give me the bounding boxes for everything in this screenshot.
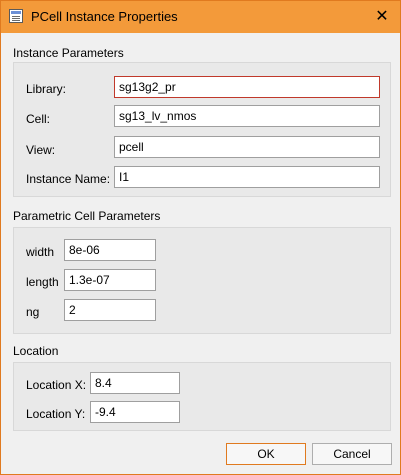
title-bar: PCell Instance Properties ✕ <box>1 1 400 33</box>
library-input[interactable] <box>114 76 380 98</box>
param-ng-input[interactable] <box>64 299 156 321</box>
view-input[interactable] <box>114 136 380 158</box>
param-length-input[interactable] <box>64 269 156 291</box>
close-icon[interactable]: ✕ <box>372 7 392 27</box>
param-label: ng <box>26 305 40 319</box>
location-y-label: Location Y: <box>26 407 86 421</box>
param-label: length <box>26 275 59 289</box>
view-label: View: <box>26 143 56 157</box>
cell-label: Cell: <box>26 112 51 126</box>
parametric-parameters-title: Parametric Cell Parameters <box>13 209 161 223</box>
param-width-input[interactable] <box>64 239 156 261</box>
instance-name-label: Instance Name: <box>26 172 111 186</box>
param-label: width <box>26 245 55 259</box>
location-y-input[interactable] <box>90 401 180 423</box>
pcell-properties-dialog: PCell Instance Properties ✕ Instance Par… <box>0 0 401 475</box>
location-x-label: Location X: <box>26 378 87 392</box>
window-app-icon <box>9 9 23 23</box>
library-label: Library: <box>26 82 67 96</box>
instance-name-input[interactable] <box>114 166 380 188</box>
cancel-button[interactable]: Cancel <box>312 443 392 465</box>
cell-input[interactable] <box>114 105 380 127</box>
location-x-input[interactable] <box>90 372 180 394</box>
ok-button[interactable]: OK <box>226 443 306 465</box>
instance-parameters-title: Instance Parameters <box>13 46 124 60</box>
window-title: PCell Instance Properties <box>31 9 178 24</box>
location-title: Location <box>13 344 59 358</box>
